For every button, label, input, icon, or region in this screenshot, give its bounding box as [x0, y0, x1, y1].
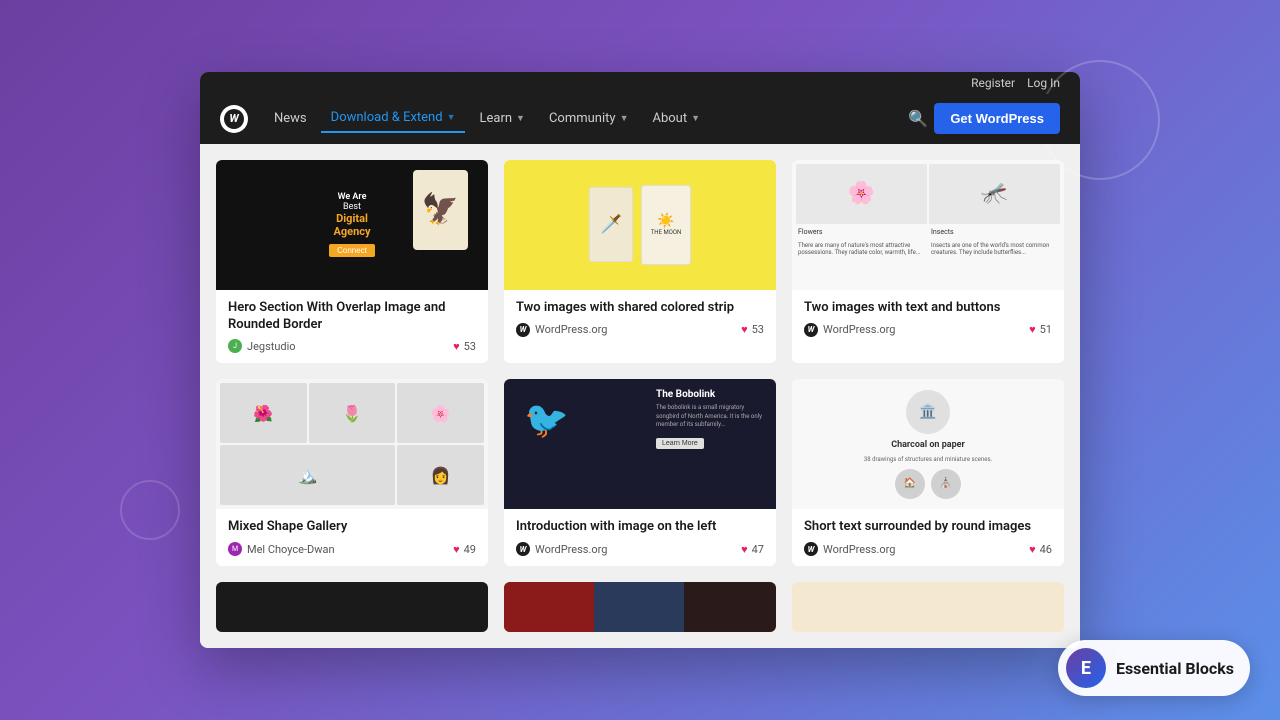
- partial-card-2[interactable]: [504, 582, 776, 632]
- card-thumb-6: 🏛️ Charcoal on paper 38 drawings of stru…: [792, 379, 1064, 509]
- about-chevron-icon: ▼: [691, 113, 700, 124]
- nav-news[interactable]: News: [264, 105, 317, 132]
- gallery-img-2: 🌷: [309, 383, 396, 443]
- card-author-6: W WordPress.org: [804, 542, 895, 556]
- card-grid: We Are Best Digital Agency Connect 🦅 Her…: [200, 144, 1080, 583]
- charcoal-circle-sm-1: 🏠: [895, 469, 925, 499]
- card-info-2: Two images with shared colored strip W W…: [504, 290, 776, 347]
- bobolink-content: The Bobolink The bobolink is a small mig…: [656, 389, 766, 448]
- nav-links: News Download & Extend ▼ Learn ▼ Communi…: [264, 104, 902, 133]
- card-charcoal[interactable]: 🏛️ Charcoal on paper 38 drawings of stru…: [792, 379, 1064, 566]
- card-author-5: W WordPress.org: [516, 542, 607, 556]
- card-thumb-3: 🌸 Flowers There are many of nature's mos…: [792, 160, 1064, 290]
- gallery-img-3: 🌸: [397, 383, 484, 443]
- card-info-4: Mixed Shape Gallery M Mel Choyce-Dwan ♥ …: [216, 509, 488, 566]
- card-hero-section[interactable]: We Are Best Digital Agency Connect 🦅 Her…: [216, 160, 488, 364]
- jegstudio-icon: J: [228, 339, 242, 353]
- nav-top-bar: Register Log In: [200, 72, 1080, 94]
- partial-card-3[interactable]: [792, 582, 1064, 632]
- card-meta-5: W WordPress.org ♥ 47: [516, 542, 764, 556]
- bobolink-bird-image: 🐦: [524, 399, 569, 441]
- wp-author-icon-6: W: [804, 542, 818, 556]
- card-likes-5: ♥ 47: [741, 543, 764, 556]
- heart-icon-1: ♥: [453, 340, 460, 353]
- card-title-6: Short text surrounded by round images: [804, 519, 1052, 536]
- card-author-1: J Jegstudio: [228, 339, 296, 353]
- card-likes-4: ♥ 49: [453, 543, 476, 556]
- card-meta-3: W WordPress.org ♥ 51: [804, 323, 1052, 337]
- community-chevron-icon: ▼: [620, 113, 629, 124]
- essential-blocks-logo: E: [1066, 648, 1106, 688]
- heart-icon-2: ♥: [741, 323, 748, 336]
- heart-icon-5: ♥: [741, 543, 748, 556]
- search-button[interactable]: 🔍: [902, 103, 934, 135]
- card-title-3: Two images with text and buttons: [804, 300, 1052, 317]
- tarot-card-2: ☀️ THE MOON: [641, 185, 691, 265]
- browser-window: Register Log In W News Download & Extend…: [200, 72, 1080, 649]
- card-thumb-4: 🌺 🌷 🌸 🏔️ 👩: [216, 379, 488, 509]
- card-meta-6: W WordPress.org ♥ 46: [804, 542, 1052, 556]
- wp-author-icon-5: W: [516, 542, 530, 556]
- heart-icon-3: ♥: [1029, 323, 1036, 336]
- learn-chevron-icon: ▼: [516, 113, 525, 124]
- flower-img-2: 🦟: [929, 164, 1060, 224]
- wp-author-icon-2: W: [516, 323, 530, 337]
- gallery-img-1: 🌺: [220, 383, 307, 443]
- download-extend-chevron-icon: ▼: [447, 112, 456, 123]
- card-gallery[interactable]: 🌺 🌷 🌸 🏔️ 👩 Mixed Shape Gallery M Mel Cho…: [216, 379, 488, 566]
- card-bobolink[interactable]: 🐦 The Bobolink The bobolink is a small m…: [504, 379, 776, 566]
- wp-logo: W: [220, 105, 248, 133]
- card-thumb-2: 🗡️ ☀️ THE MOON: [504, 160, 776, 290]
- partial-card-1[interactable]: [216, 582, 488, 632]
- charcoal-circle-main: 🏛️: [906, 390, 950, 434]
- card-author-3: W WordPress.org: [804, 323, 895, 337]
- gallery-img-5: 👩: [397, 445, 484, 505]
- card-likes-2: ♥ 53: [741, 323, 764, 336]
- card-author-4: M Mel Choyce-Dwan: [228, 542, 335, 556]
- nav-community[interactable]: Community ▼: [539, 105, 639, 132]
- nav-about[interactable]: About ▼: [642, 105, 710, 132]
- card-meta-4: M Mel Choyce-Dwan ♥ 49: [228, 542, 476, 556]
- card-thumb-5: 🐦 The Bobolink The bobolink is a small m…: [504, 379, 776, 509]
- heart-icon-4: ♥: [453, 543, 460, 556]
- card-thumb-1: We Are Best Digital Agency Connect 🦅: [216, 160, 488, 290]
- card-likes-1: ♥ 53: [453, 340, 476, 353]
- charcoal-circle-sm-2: ⛪: [931, 469, 961, 499]
- card-likes-6: ♥ 46: [1029, 543, 1052, 556]
- register-link[interactable]: Register: [971, 76, 1015, 90]
- wp-author-icon-3: W: [804, 323, 818, 337]
- connect-button[interactable]: Connect: [329, 244, 375, 257]
- card-likes-3: ♥ 51: [1029, 323, 1052, 336]
- card-flowers[interactable]: 🌸 Flowers There are many of nature's mos…: [792, 160, 1064, 364]
- mel-icon: M: [228, 542, 242, 556]
- card-meta-1: J Jegstudio ♥ 53: [228, 339, 476, 353]
- card-meta-2: W WordPress.org ♥ 53: [516, 323, 764, 337]
- card-author-2: W WordPress.org: [516, 323, 607, 337]
- flower-img-1: 🌸: [796, 164, 927, 224]
- heart-icon-6: ♥: [1029, 543, 1036, 556]
- nav-learn[interactable]: Learn ▼: [469, 105, 534, 132]
- learn-more-button[interactable]: Learn More: [656, 438, 704, 449]
- card-title-4: Mixed Shape Gallery: [228, 519, 476, 536]
- essential-blocks-label: Essential Blocks: [1116, 659, 1234, 678]
- gallery-img-4: 🏔️: [220, 445, 395, 505]
- card-yellow-strip[interactable]: 🗡️ ☀️ THE MOON Two images with shared co…: [504, 160, 776, 364]
- card-title-2: Two images with shared colored strip: [516, 300, 764, 317]
- essential-blocks-badge: E Essential Blocks: [1058, 640, 1250, 696]
- card-title-1: Hero Section With Overlap Image and Roun…: [228, 300, 476, 334]
- get-wordpress-button[interactable]: Get WordPress: [934, 103, 1060, 134]
- nav-download-extend[interactable]: Download & Extend ▼: [321, 104, 466, 133]
- main-nav: W News Download & Extend ▼ Learn ▼ Commu…: [200, 94, 1080, 144]
- bg-decoration-circle-2: [120, 480, 180, 540]
- card-info-6: Short text surrounded by round images W …: [792, 509, 1064, 566]
- card-info-3: Two images with text and buttons W WordP…: [792, 290, 1064, 347]
- bird-image: 🦅: [413, 170, 468, 250]
- partial-cards-row: [200, 582, 1080, 648]
- tarot-card-1: 🗡️: [589, 187, 633, 262]
- card-info-1: Hero Section With Overlap Image and Roun…: [216, 290, 488, 364]
- card-info-5: Introduction with image on the left W Wo…: [504, 509, 776, 566]
- card-title-5: Introduction with image on the left: [516, 519, 764, 536]
